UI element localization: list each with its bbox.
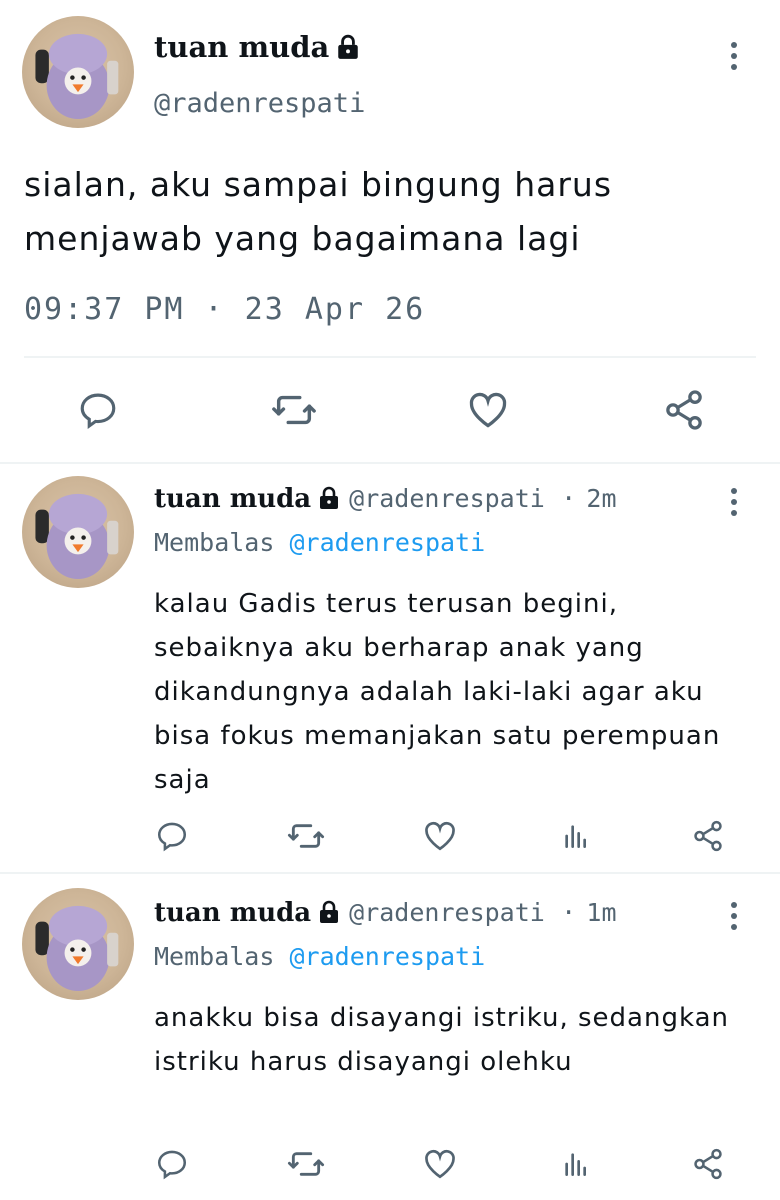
reply-icon [157,1150,187,1180]
more-icon[interactable] [724,42,744,70]
retweet-button[interactable] [284,816,328,856]
avatar[interactable] [22,476,134,588]
handle[interactable]: @radenrespati [349,898,545,927]
share-button[interactable] [688,1144,728,1184]
handle[interactable]: @radenrespati [154,88,365,119]
divider [0,462,780,464]
views-button[interactable] [556,1144,596,1184]
avatar[interactable] [22,888,134,1000]
reply-icon [80,393,116,430]
more-icon[interactable] [724,902,744,930]
display-name[interactable]: tuan muda [154,484,311,514]
replying-to: Membalas @radenrespati [154,528,485,557]
views-icon [565,1153,586,1176]
retweet-icon [272,395,316,425]
reply-icon [157,822,187,852]
reply-button[interactable] [152,816,192,856]
reply-text: kalau Gadis terus terusan begini, sebaik… [154,589,721,795]
views-icon [565,825,586,848]
retweet-icon [287,824,325,848]
time-ago[interactable]: 2m [586,484,616,513]
share-icon [694,1148,722,1180]
retweet-button[interactable] [284,1144,328,1184]
handle[interactable]: @radenrespati [349,484,545,513]
separator: · [561,484,577,513]
avatar-image [35,33,119,120]
tweet-text: sialan, aku sampai bingung harus menjawa… [24,165,613,258]
like-icon [425,821,455,851]
lock-icon [317,900,341,931]
share-icon [666,390,702,430]
replying-to: Membalas @radenrespati [154,942,485,971]
views-button[interactable] [556,816,596,856]
avatar-image [35,493,119,580]
like-icon [469,392,507,428]
tweet-timestamp[interactable]: 09:37 PM · 23 Apr 26 [24,292,425,327]
like-button[interactable] [464,388,512,432]
like-button[interactable] [420,816,460,856]
divider [0,872,780,874]
share-button[interactable] [688,816,728,856]
avatar-image [35,905,119,992]
more-icon[interactable] [724,488,744,516]
mention-link[interactable]: @radenrespati [289,942,485,971]
separator: · [561,898,577,927]
reply-text: anakku bisa disayangi istriku, sedangkan… [154,1003,729,1077]
reply-button[interactable] [74,388,122,432]
time-ago[interactable]: 1m [586,898,616,927]
like-icon [425,1149,455,1179]
display-name[interactable]: tuan muda [154,30,361,67]
reply-header: tuan muda @radenrespati · 2m [154,484,617,517]
share-button[interactable] [660,388,708,432]
display-name-text: tuan muda [154,30,330,64]
replying-prefix: Membalas [154,942,275,971]
retweet-icon [287,1152,325,1176]
reply-button[interactable] [152,1144,192,1184]
lock-icon [335,33,361,67]
mention-link[interactable]: @radenrespati [289,528,485,557]
share-icon [694,820,722,852]
like-button[interactable] [420,1144,460,1184]
display-name[interactable]: tuan muda [154,898,311,928]
lock-icon [317,486,341,517]
divider [24,356,756,358]
replying-prefix: Membalas [154,528,275,557]
reply-header: tuan muda @radenrespati · 1m [154,898,617,931]
avatar[interactable] [22,16,134,128]
retweet-button[interactable] [266,388,322,432]
